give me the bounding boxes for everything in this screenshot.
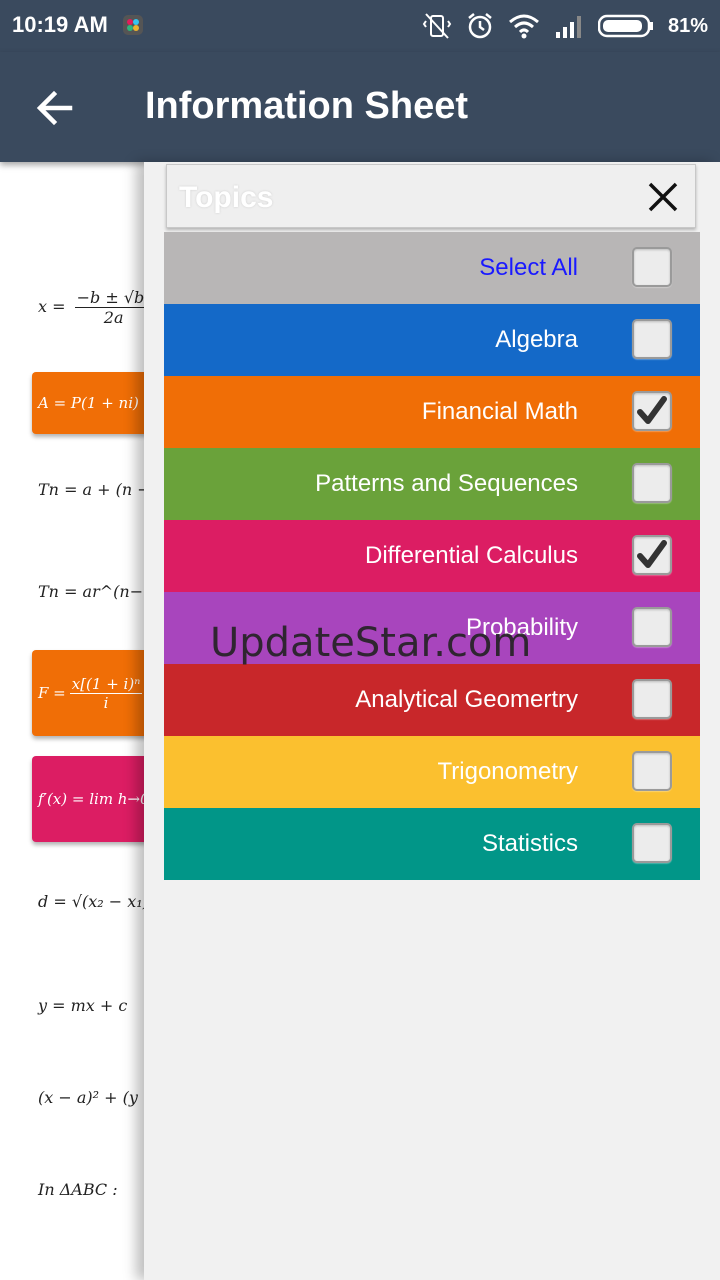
topics-title: Topics xyxy=(179,181,274,214)
formula-fraction: −b ± √b² 2a xyxy=(74,288,153,327)
topic-row[interactable]: Select All xyxy=(164,232,700,304)
status-bar: 10:19 AM 81% xyxy=(0,0,720,52)
formula-line[interactable]: y = mx + c xyxy=(38,996,127,1015)
topic-label: Patterns and Sequences xyxy=(315,470,578,497)
wifi-icon xyxy=(508,14,539,39)
fraction-denominator: 2a xyxy=(103,308,124,327)
arrow-left-icon[interactable] xyxy=(30,82,82,134)
battery-icon xyxy=(597,14,653,38)
fraction-denominator: i xyxy=(103,693,109,712)
topics-header: Topics xyxy=(166,164,696,228)
page-title: Information Sheet xyxy=(145,85,469,127)
topic-label: Trigonometry xyxy=(437,758,578,785)
status-time: 10:19 AM xyxy=(12,12,108,37)
formula-triangle[interactable]: In ΔABC : xyxy=(38,1180,118,1199)
topic-checkbox[interactable] xyxy=(632,823,672,863)
topics-drawer: Topics Select All Algebra Financial Math Pa… xyxy=(144,162,720,1280)
topic-label: Analytical Geomertry xyxy=(355,686,578,713)
formula-text: f′(x) = lim h→0 xyxy=(38,790,150,808)
formula-lhs: F = xyxy=(38,684,66,702)
vibrate-off-icon xyxy=(422,13,452,39)
topic-row[interactable]: Trigonometry xyxy=(164,736,700,808)
topic-list: Select All Algebra Financial Math Patterns … xyxy=(164,232,700,880)
topic-label: Algebra xyxy=(495,326,578,353)
checkmark-icon xyxy=(637,540,667,568)
topic-label: Statistics xyxy=(481,830,578,857)
topic-row[interactable]: Differential Calculus xyxy=(164,520,700,592)
topic-checkbox[interactable] xyxy=(632,607,672,647)
topic-row[interactable]: Analytical Geomertry xyxy=(164,664,700,736)
topic-label: Select All xyxy=(479,254,578,281)
topic-row[interactable]: Statistics xyxy=(164,808,700,880)
topic-row[interactable]: Financial Math xyxy=(164,376,700,448)
topic-checkbox[interactable] xyxy=(632,463,672,503)
formula-fraction: x[(1 + i)ⁿ i xyxy=(69,674,143,712)
topic-label: Differential Calculus xyxy=(365,542,578,569)
checkmark-icon xyxy=(637,396,667,424)
formula-quadratic[interactable]: x = −b ± √b² 2a xyxy=(38,288,153,327)
watermark: UpdateStar.com xyxy=(210,620,532,666)
formula-geometric[interactable]: Tn = ar^(n−1) xyxy=(38,582,160,601)
topic-row[interactable]: Patterns and Sequences xyxy=(164,448,700,520)
topic-checkbox[interactable] xyxy=(632,679,672,719)
fraction-numerator: −b ± √b² xyxy=(74,288,153,308)
topic-checkbox[interactable] xyxy=(632,391,672,431)
status-icons: 81% xyxy=(422,10,708,42)
alarm-icon xyxy=(468,13,492,39)
topic-label: Financial Math xyxy=(421,398,578,425)
topic-checkbox[interactable] xyxy=(632,247,672,287)
formula-lhs: x = xyxy=(38,297,66,316)
app-bar: Information Sheet xyxy=(0,52,720,162)
app-notification-icon xyxy=(123,15,143,35)
fraction-numerator: x[(1 + i)ⁿ xyxy=(69,674,143,694)
topic-row[interactable]: Algebra xyxy=(164,304,700,376)
topic-checkbox[interactable] xyxy=(632,751,672,791)
topic-checkbox[interactable] xyxy=(632,319,672,359)
battery-percent: 81% xyxy=(667,14,708,37)
close-icon[interactable] xyxy=(645,179,681,215)
formula-distance[interactable]: d = √(x₂ − x₁) xyxy=(38,892,149,911)
topic-checkbox[interactable] xyxy=(632,535,672,575)
formula-text: A = P(1 + ni) xyxy=(38,394,139,412)
signal-icon xyxy=(555,16,581,38)
